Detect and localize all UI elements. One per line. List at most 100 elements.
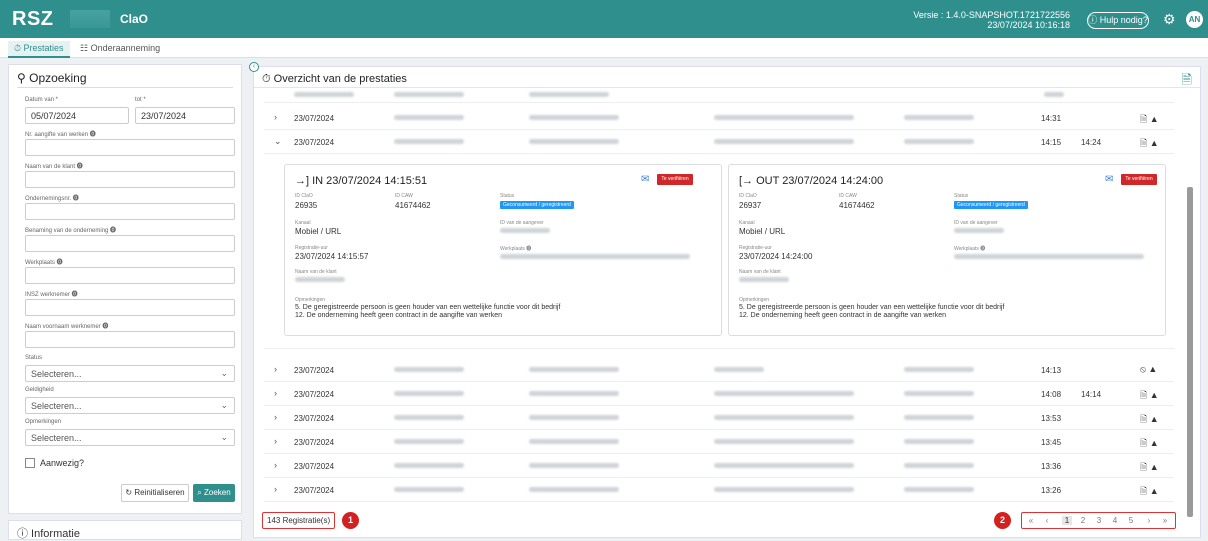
chevron-down-icon: ⌄ [220, 400, 228, 410]
field-label: Naam van de klant ⓿ [25, 164, 83, 170]
status-label: Status [25, 355, 43, 361]
card-out-title: [→ OUT 23/07/2024 14:24:00 [739, 175, 884, 187]
tab-prestaties[interactable]: ⏱ Prestaties [8, 41, 70, 58]
avatar[interactable]: AN [1186, 11, 1203, 28]
status-icons: 🗎 ▲ [1140, 390, 1159, 400]
chevron-right-icon[interactable]: › [274, 388, 277, 398]
logo-subtitle [70, 10, 110, 28]
date-from-label: Datum van * [25, 97, 59, 103]
status-icons: 🗎 ▲ [1140, 438, 1159, 448]
status-select[interactable]: Selecteren... ⌄ [25, 365, 235, 382]
status-icons: 🗎 ▲ [1140, 114, 1159, 124]
geldigheid-label: Geldigheid [25, 387, 54, 393]
status-icons: 🗎 ▲ [1140, 138, 1159, 148]
table-row-expanded[interactable]: ⌄ 23/07/2024 14:15 14:24 🗎 ▲ [264, 130, 1174, 154]
status-icons: ⦸ ▲ [1140, 364, 1158, 374]
field-label: Ondernemingsnr. ⓿ [25, 196, 79, 202]
page-4[interactable]: 4 [1110, 516, 1120, 525]
benaming-input[interactable] [25, 235, 235, 252]
divider [17, 87, 233, 88]
page-3[interactable]: 3 [1094, 516, 1104, 525]
next-page-button[interactable]: › [1144, 516, 1154, 525]
table-row[interactable]: › 23/07/2024 13:36 🗎 ▲ [264, 454, 1174, 478]
chevron-down-icon: ⌄ [220, 368, 228, 378]
chevron-right-icon[interactable]: › [274, 112, 277, 122]
table-row[interactable]: › 23/07/2024 14:08 14:14 🗎 ▲ [264, 382, 1174, 406]
date-from-input[interactable]: 05/07/2024 [25, 107, 129, 124]
page-2[interactable]: 2 [1078, 516, 1088, 525]
card-in: →] IN 23/07/2024 14:15:51 ✉ Te verifiëre… [284, 164, 722, 336]
page-5[interactable]: 5 [1126, 516, 1136, 525]
card-in-title: →] IN 23/07/2024 14:15:51 [295, 175, 428, 187]
status-icons: 🗎 ▲ [1140, 462, 1159, 472]
table-row[interactable]: › 23/07/2024 13:45 🗎 ▲ [264, 430, 1174, 454]
collapse-sidebar-icon[interactable]: ‹ [249, 62, 259, 72]
rsz-logo: RSZ [12, 8, 54, 30]
last-page-button[interactable]: » [1160, 516, 1170, 525]
field-label: Benaming van de onderneming ⓿ [25, 228, 117, 234]
chevron-right-icon[interactable]: › [274, 484, 277, 494]
aanwezig-checkbox[interactable] [25, 458, 35, 468]
verify-badge: Te verifiëren [657, 174, 693, 185]
table-row[interactable]: › 23/07/2024 14:31 🗎 ▲ [264, 106, 1174, 130]
main-panel: ‹ ⏱ Overzicht van de prestaties 🗎 › 23/0… [249, 62, 1201, 538]
annotation-marker-2: 2 [994, 512, 1011, 529]
klant-input[interactable] [25, 171, 235, 188]
annotation-marker-1: 1 [342, 512, 359, 529]
page-1[interactable]: 1 [1062, 516, 1072, 525]
export-icon[interactable]: 🗎 [1182, 71, 1192, 93]
opmerkingen-select[interactable]: Selecteren... ⌄ [25, 429, 235, 446]
ondernemingsnr-input[interactable] [25, 203, 235, 220]
chevron-down-icon: ⌄ [220, 432, 228, 442]
chevron-right-icon[interactable]: › [274, 436, 277, 446]
mail-icon[interactable]: ✉ [1105, 174, 1113, 185]
search-title: ⚲ Opzoeking [17, 71, 87, 85]
aangifte-input[interactable] [25, 139, 235, 156]
werkplaats-input[interactable] [25, 267, 235, 284]
status-icons: 🗎 ▲ [1140, 486, 1159, 496]
row-detail: →] IN 23/07/2024 14:15:51 ✉ Te verifiëre… [264, 154, 1174, 349]
stopwatch-icon: ⏱ [262, 73, 274, 85]
pagination: « ‹ 1 2 3 4 5 › » [1021, 512, 1176, 529]
search-icon: ⚲ [17, 71, 30, 85]
mail-icon[interactable]: ✉ [641, 174, 649, 185]
info-panel[interactable]: ⓘ Informatie [8, 520, 242, 540]
chevron-down-icon[interactable]: ⌄ [274, 136, 282, 147]
field-label: Nr. aangifte van werken ⓿ [25, 132, 96, 138]
field-label: INSZ werknemer ⓿ [25, 292, 78, 298]
table-row[interactable]: › 23/07/2024 14:13 ⦸ ▲ [264, 358, 1174, 382]
verify-badge: Te verifiëren [1121, 174, 1157, 185]
table-row-partial [264, 89, 1174, 103]
card-out: [→ OUT 23/07/2024 14:24:00 ✉ Te verifiër… [728, 164, 1166, 336]
geldigheid-select[interactable]: Selecteren... ⌄ [25, 397, 235, 414]
table-row[interactable]: › 23/07/2024 13:26 🗎 ▲ [264, 478, 1174, 502]
tab-onderaanneming[interactable]: ☷ Onderaanneming [74, 41, 166, 56]
opmerkingen-label: Opmerkingen [25, 419, 62, 425]
app-name: ClaO [120, 12, 149, 26]
date-to-label: tot * [135, 97, 146, 103]
chevron-right-icon[interactable]: › [274, 364, 277, 374]
divider [254, 87, 1200, 88]
werknemer-input[interactable] [25, 331, 235, 348]
date-to-input[interactable]: 23/07/2024 [135, 107, 235, 124]
chevron-right-icon[interactable]: › [274, 412, 277, 422]
table-row[interactable]: › 23/07/2024 13:53 🗎 ▲ [264, 406, 1174, 430]
top-bar: RSZ ClaO Versie : 1.4.0-SNAPSHOT.1721722… [0, 0, 1208, 38]
first-page-button[interactable]: « [1026, 516, 1036, 525]
status-badge: Geconsumeerd / geregistreerd [954, 201, 1028, 209]
tab-bar: ⏱ Prestaties ☷ Onderaanneming [0, 38, 1208, 58]
search-panel: ⚲ Opzoeking Datum van * 05/07/2024 tot *… [8, 64, 242, 514]
scrollbar[interactable] [1187, 187, 1193, 517]
search-button[interactable]: ⌕ Zoeken [193, 484, 235, 502]
chevron-right-icon[interactable]: › [274, 460, 277, 470]
status-icons: 🗎 ▲ [1140, 414, 1159, 424]
help-button[interactable]: ⓘ Hulp nodig? [1087, 12, 1149, 29]
insz-input[interactable] [25, 299, 235, 316]
prev-page-button[interactable]: ‹ [1042, 516, 1052, 525]
field-label: Naam voornaam werknemer ⓿ [25, 324, 109, 330]
field-label: Werkplaats ⓿ [25, 260, 63, 266]
record-count: 143 Registratie(s) [262, 512, 336, 529]
version-info: Versie : 1.4.0-SNAPSHOT.1721722556 23/07… [913, 10, 1070, 30]
notifications-icon[interactable]: ⚙ [1163, 11, 1176, 28]
reset-button[interactable]: ↻ Reinitialiseren [121, 484, 189, 502]
